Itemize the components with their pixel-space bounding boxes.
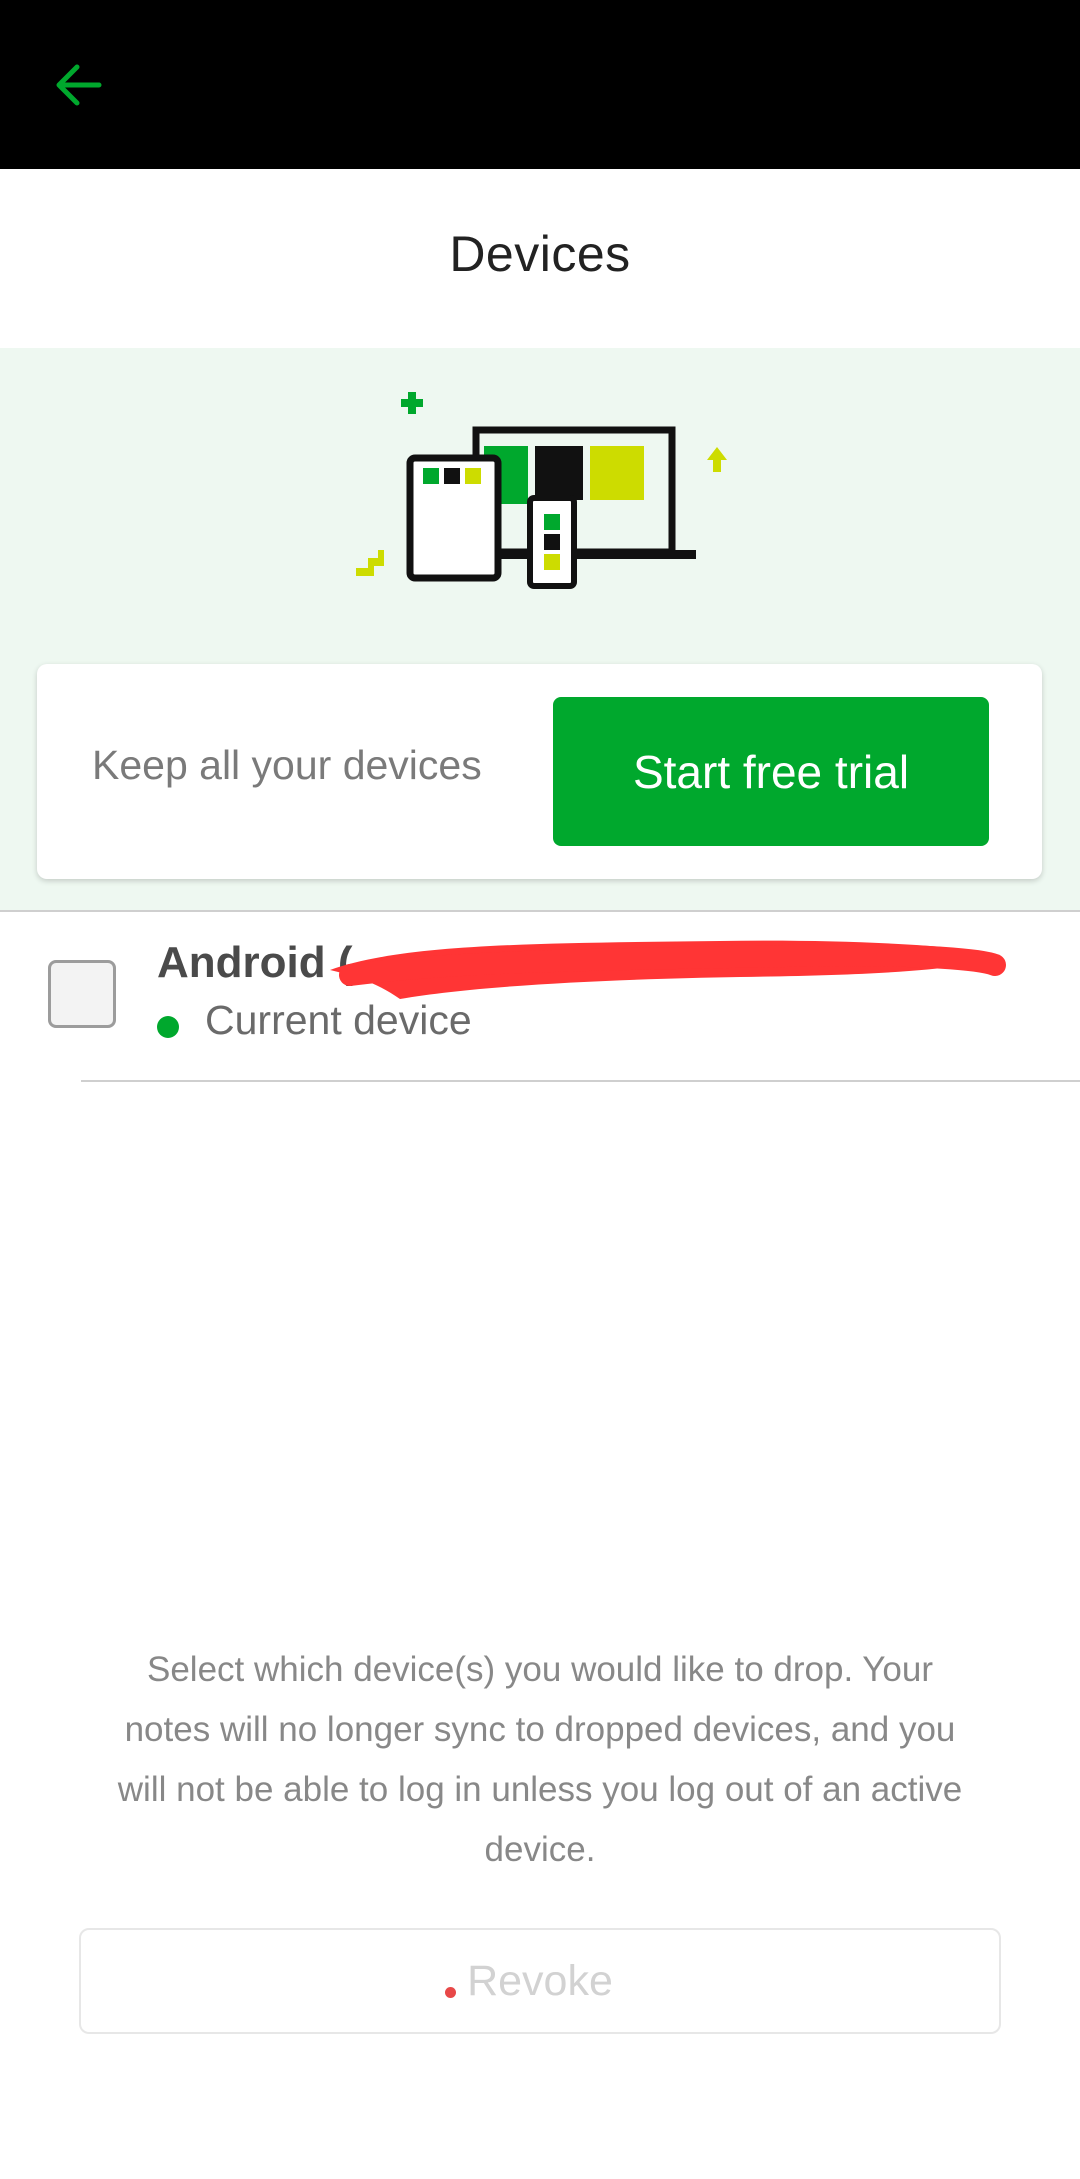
back-button[interactable] bbox=[44, 50, 114, 120]
device-checkbox[interactable] bbox=[48, 960, 116, 1028]
start-free-trial-button[interactable]: Start free trial bbox=[553, 697, 989, 846]
revoke-button[interactable]: Revoke bbox=[79, 1928, 1001, 2034]
redaction-scribble bbox=[330, 940, 1006, 999]
header: Devices bbox=[0, 169, 1080, 348]
instructions-text: Select which device(s) you would like to… bbox=[117, 1650, 963, 1869]
touch-indicator bbox=[445, 1987, 456, 1998]
row-divider bbox=[81, 1080, 1080, 1082]
promo-card: Keep all your devices Start free trial bbox=[37, 664, 1042, 879]
arrow-left-icon bbox=[56, 64, 102, 106]
top-bar bbox=[0, 0, 1080, 169]
revoke-label: Revoke bbox=[467, 1956, 613, 2005]
current-device-dot-icon bbox=[157, 1016, 179, 1038]
devices-illustration-icon bbox=[356, 392, 727, 589]
promo-text: Keep all your devices bbox=[92, 742, 482, 788]
page-title: Devices bbox=[449, 226, 631, 282]
